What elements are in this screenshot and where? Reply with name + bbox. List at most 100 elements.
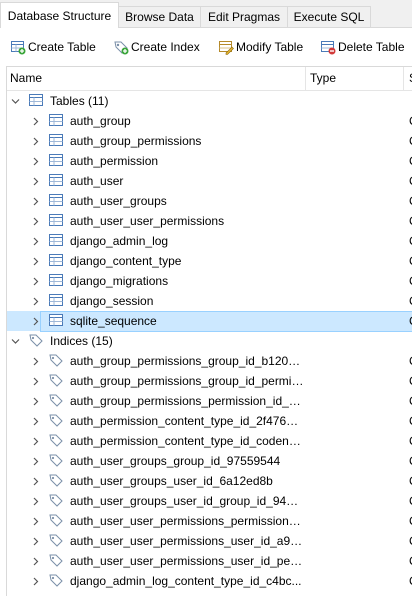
chevron-right-icon[interactable] <box>32 137 40 146</box>
index-add-icon <box>113 39 131 55</box>
chevron-right-icon[interactable] <box>32 297 40 306</box>
index-tag-icon <box>49 414 63 427</box>
chevron-right-icon[interactable] <box>32 237 40 246</box>
tab-browse-data[interactable]: Browse Data <box>118 6 201 27</box>
column-divider[interactable] <box>403 67 404 90</box>
chevron-right-icon[interactable] <box>32 457 40 466</box>
table-name: auth_user_user_permissions <box>70 214 225 228</box>
tree-item-table[interactable]: auth_user_groupsC <box>7 191 412 211</box>
index-tag-icon <box>49 514 63 527</box>
tree-item-index[interactable]: auth_user_user_permissions_permission_i.… <box>7 511 412 531</box>
tree-item-table[interactable]: auth_user_user_permissionsC <box>7 211 412 231</box>
index-name: auth_user_user_permissions_user_id_perm.… <box>70 554 304 568</box>
tab-database-structure[interactable]: Database Structure <box>0 2 119 28</box>
tree-item-index[interactable]: auth_group_permissions_permission_id_8..… <box>7 391 412 411</box>
create-table-label: Create Table <box>28 40 96 54</box>
table-name: django_migrations <box>70 274 169 288</box>
chevron-down-icon[interactable] <box>11 337 20 346</box>
table-icon <box>49 314 63 326</box>
chevron-right-icon[interactable] <box>32 217 40 226</box>
chevron-right-icon[interactable] <box>32 417 40 426</box>
tree-item-table[interactable]: django_migrationsC <box>7 271 412 291</box>
tree-item-index[interactable]: auth_group_permissions_group_id_permis..… <box>7 371 412 391</box>
tab-edit-pragmas[interactable]: Edit Pragmas <box>200 6 288 27</box>
tree-item-index[interactable]: auth_user_groups_group_id_97559544C <box>7 451 412 471</box>
chevron-right-icon[interactable] <box>32 357 40 366</box>
tree-item-table[interactable]: auth_permissionC <box>7 151 412 171</box>
index-name: auth_user_user_permissions_user_id_a95e.… <box>70 534 304 548</box>
delete-table-button[interactable]: Delete Table <box>320 37 405 57</box>
tree-group-tables[interactable]: Tables (11) <box>7 91 412 111</box>
create-index-button[interactable]: Create Index <box>113 37 200 57</box>
column-header-type[interactable]: Type <box>310 67 336 90</box>
chevron-right-icon[interactable] <box>32 377 40 386</box>
table-icon <box>49 234 63 246</box>
table-icon <box>49 134 63 146</box>
tree-item-table[interactable]: django_admin_logC <box>7 231 412 251</box>
chevron-right-icon[interactable] <box>32 477 40 486</box>
chevron-right-icon[interactable] <box>32 317 40 326</box>
table-icon <box>49 114 63 126</box>
index-tag-icon <box>49 534 63 547</box>
indices-folder-icon <box>29 334 43 347</box>
chevron-right-icon[interactable] <box>32 177 40 186</box>
index-name: auth_user_user_permissions_permission_i.… <box>70 514 304 528</box>
tree-item-table[interactable]: auth_groupC <box>7 111 412 131</box>
chevron-down-icon[interactable] <box>11 97 20 106</box>
chevron-right-icon[interactable] <box>32 257 40 266</box>
chevron-right-icon[interactable] <box>32 437 40 446</box>
table-name: auth_permission <box>70 154 159 168</box>
tab-bar: Database Structure Browse Data Edit Prag… <box>0 0 412 28</box>
table-name: django_session <box>70 294 154 308</box>
tree-item-table[interactable]: sqlite_sequenceC <box>7 311 412 332</box>
tree-item-index[interactable]: django_admin_log_content_type_id_c4bc...… <box>7 571 412 591</box>
chevron-right-icon[interactable] <box>32 537 40 546</box>
table-name: sqlite_sequence <box>70 314 157 328</box>
chevron-right-icon[interactable] <box>32 157 40 166</box>
chevron-right-icon[interactable] <box>32 277 40 286</box>
column-divider[interactable] <box>305 67 306 90</box>
tree-item-table[interactable]: auth_userC <box>7 171 412 191</box>
index-tag-icon <box>49 454 63 467</box>
tree-item-index[interactable]: auth_user_groups_user_id_6a12ed8bC <box>7 471 412 491</box>
index-name: auth_group_permissions_group_id_b120c... <box>70 354 304 368</box>
tree-item-index[interactable]: auth_permission_content_type_id_codena..… <box>7 431 412 451</box>
schema-tree[interactable]: Name Type S Tables (11) auth_groupCauth_… <box>6 66 412 596</box>
modify-table-button[interactable]: Modify Table <box>218 37 303 57</box>
tree-item-index[interactable]: auth_permission_content_type_id_2f476e4b… <box>7 411 412 431</box>
create-index-label: Create Index <box>131 40 200 54</box>
chevron-right-icon[interactable] <box>32 577 40 586</box>
table-edit-icon <box>218 39 236 55</box>
index-tag-icon <box>49 494 63 507</box>
tree-group-indices[interactable]: Indices (15) <box>7 331 412 351</box>
tree-item-table[interactable]: django_content_typeC <box>7 251 412 271</box>
table-icon <box>49 214 63 226</box>
table-name: auth_group_permissions <box>70 134 202 148</box>
tab-execute-sql[interactable]: Execute SQL <box>287 6 371 27</box>
tree-item-index[interactable]: auth_user_user_permissions_user_id_perm.… <box>7 551 412 571</box>
chevron-right-icon[interactable] <box>32 497 40 506</box>
table-name: django_content_type <box>70 254 182 268</box>
tree-item-table[interactable]: auth_group_permissionsC <box>7 131 412 151</box>
tree-item-index[interactable]: auth_user_user_permissions_user_id_a95e.… <box>7 531 412 551</box>
table-add-icon <box>10 39 28 55</box>
chevron-right-icon[interactable] <box>32 517 40 526</box>
tree-item-index[interactable]: auth_user_groups_user_id_group_id_94350.… <box>7 491 412 511</box>
index-name: auth_permission_content_type_id_codena..… <box>70 434 304 448</box>
index-name: auth_group_permissions_group_id_permis..… <box>70 374 304 388</box>
chevron-right-icon[interactable] <box>32 197 40 206</box>
table-icon <box>49 174 63 186</box>
index-tag-icon <box>49 374 63 387</box>
tree-item-table[interactable]: django_sessionC <box>7 291 412 311</box>
chevron-right-icon[interactable] <box>32 117 40 126</box>
index-tag-icon <box>49 394 63 407</box>
table-icon <box>49 194 63 206</box>
chevron-right-icon[interactable] <box>32 557 40 566</box>
tree-item-index[interactable]: auth_group_permissions_group_id_b120c...… <box>7 351 412 371</box>
chevron-right-icon[interactable] <box>32 397 40 406</box>
table-name: django_admin_log <box>70 234 169 248</box>
column-header-name[interactable]: Name <box>10 67 42 90</box>
index-name: auth_user_groups_user_id_group_id_94350.… <box>70 494 304 508</box>
create-table-button[interactable]: Create Table <box>10 37 96 57</box>
delete-table-label: Delete Table <box>338 40 405 54</box>
